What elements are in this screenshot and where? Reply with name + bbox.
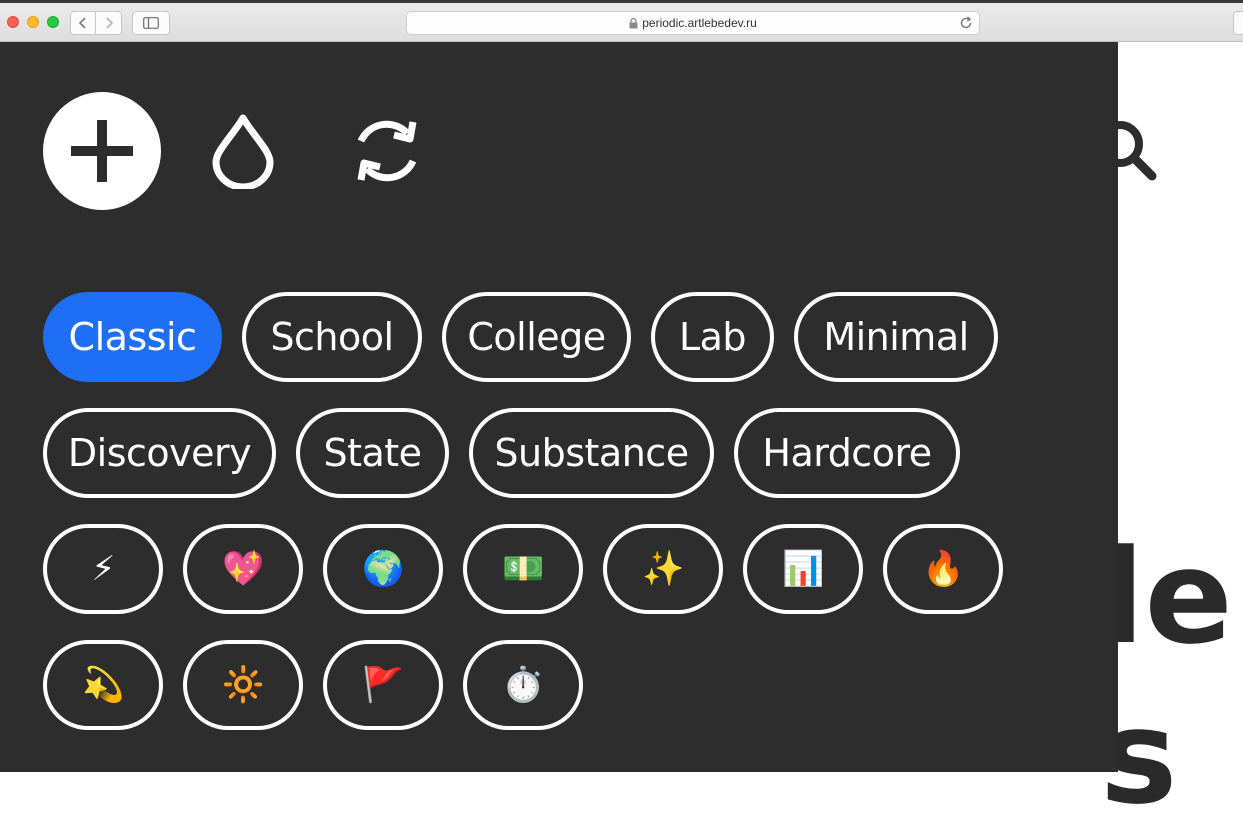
globe-icon: 🌍 bbox=[362, 549, 404, 589]
address-bar[interactable]: periodic.artlebedev.ru bbox=[406, 11, 980, 35]
theme-college[interactable]: College bbox=[442, 292, 631, 382]
filter-lightning[interactable]: ⚡ bbox=[43, 524, 163, 614]
filter-flag[interactable]: 🚩 bbox=[323, 640, 443, 730]
window-zoom-button[interactable] bbox=[47, 16, 59, 28]
add-button[interactable] bbox=[43, 92, 161, 210]
filter-dizzy[interactable]: 💫 bbox=[43, 640, 163, 730]
back-button[interactable] bbox=[70, 11, 96, 35]
refresh-button[interactable] bbox=[328, 92, 446, 210]
page-heading-fragment: le bbox=[1100, 521, 1233, 673]
theme-minimal[interactable]: Minimal bbox=[794, 292, 998, 382]
filter-chart[interactable]: 📊 bbox=[743, 524, 863, 614]
sparkles-icon: ✨ bbox=[642, 549, 684, 589]
refresh-icon bbox=[357, 120, 417, 182]
filter-heart[interactable]: 💖 bbox=[183, 524, 303, 614]
sidebar-icon bbox=[143, 17, 159, 29]
theme-discovery[interactable]: Discovery bbox=[43, 408, 276, 498]
theme-lab[interactable]: Lab bbox=[651, 292, 774, 382]
dizzy-star-icon: 💫 bbox=[82, 665, 124, 705]
filter-sparkles[interactable]: ✨ bbox=[603, 524, 723, 614]
url-text: periodic.artlebedev.ru bbox=[642, 16, 757, 30]
theme-school[interactable]: School bbox=[242, 292, 422, 382]
filter-globe[interactable]: 🌍 bbox=[323, 524, 443, 614]
filter-money[interactable]: 💵 bbox=[463, 524, 583, 614]
chevron-left-icon bbox=[78, 17, 86, 29]
stopwatch-icon: ⏱️ bbox=[502, 665, 544, 705]
red-flag-icon: 🚩 bbox=[362, 665, 404, 705]
sparkling-heart-icon: 💖 bbox=[222, 549, 264, 589]
browser-chrome: periodic.artlebedev.ru bbox=[0, 0, 1243, 42]
window-minimize-button[interactable] bbox=[27, 16, 39, 28]
color-drop-button[interactable] bbox=[184, 92, 302, 210]
fire-icon: 🔥 bbox=[922, 549, 964, 589]
toolbar-extra-button[interactable] bbox=[1233, 11, 1243, 35]
chrome-top-border bbox=[0, 0, 1243, 3]
theme-substance[interactable]: Substance bbox=[469, 408, 714, 498]
chevron-right-icon bbox=[105, 17, 113, 29]
theme-state[interactable]: State bbox=[296, 408, 449, 498]
forward-button[interactable] bbox=[96, 11, 122, 35]
theme-classic[interactable]: Classic bbox=[43, 292, 222, 382]
plus-icon bbox=[71, 120, 133, 182]
window-close-button[interactable] bbox=[7, 16, 19, 28]
sun-icon: 🔆 bbox=[222, 665, 264, 705]
reload-icon[interactable] bbox=[959, 16, 973, 30]
theme-panel: Classic School College Lab Minimal Disco… bbox=[0, 42, 1118, 772]
lightning-icon: ⚡ bbox=[91, 549, 115, 589]
theme-hardcore[interactable]: Hardcore bbox=[734, 408, 960, 498]
filter-sun[interactable]: 🔆 bbox=[183, 640, 303, 730]
filter-stopwatch[interactable]: ⏱️ bbox=[463, 640, 583, 730]
filter-fire[interactable]: 🔥 bbox=[883, 524, 1003, 614]
bar-chart-icon: 📊 bbox=[782, 549, 824, 589]
drop-icon bbox=[212, 114, 274, 189]
sidebar-toggle-button[interactable] bbox=[132, 11, 170, 35]
dollar-bill-icon: 💵 bbox=[502, 549, 544, 589]
lock-icon bbox=[629, 17, 638, 28]
